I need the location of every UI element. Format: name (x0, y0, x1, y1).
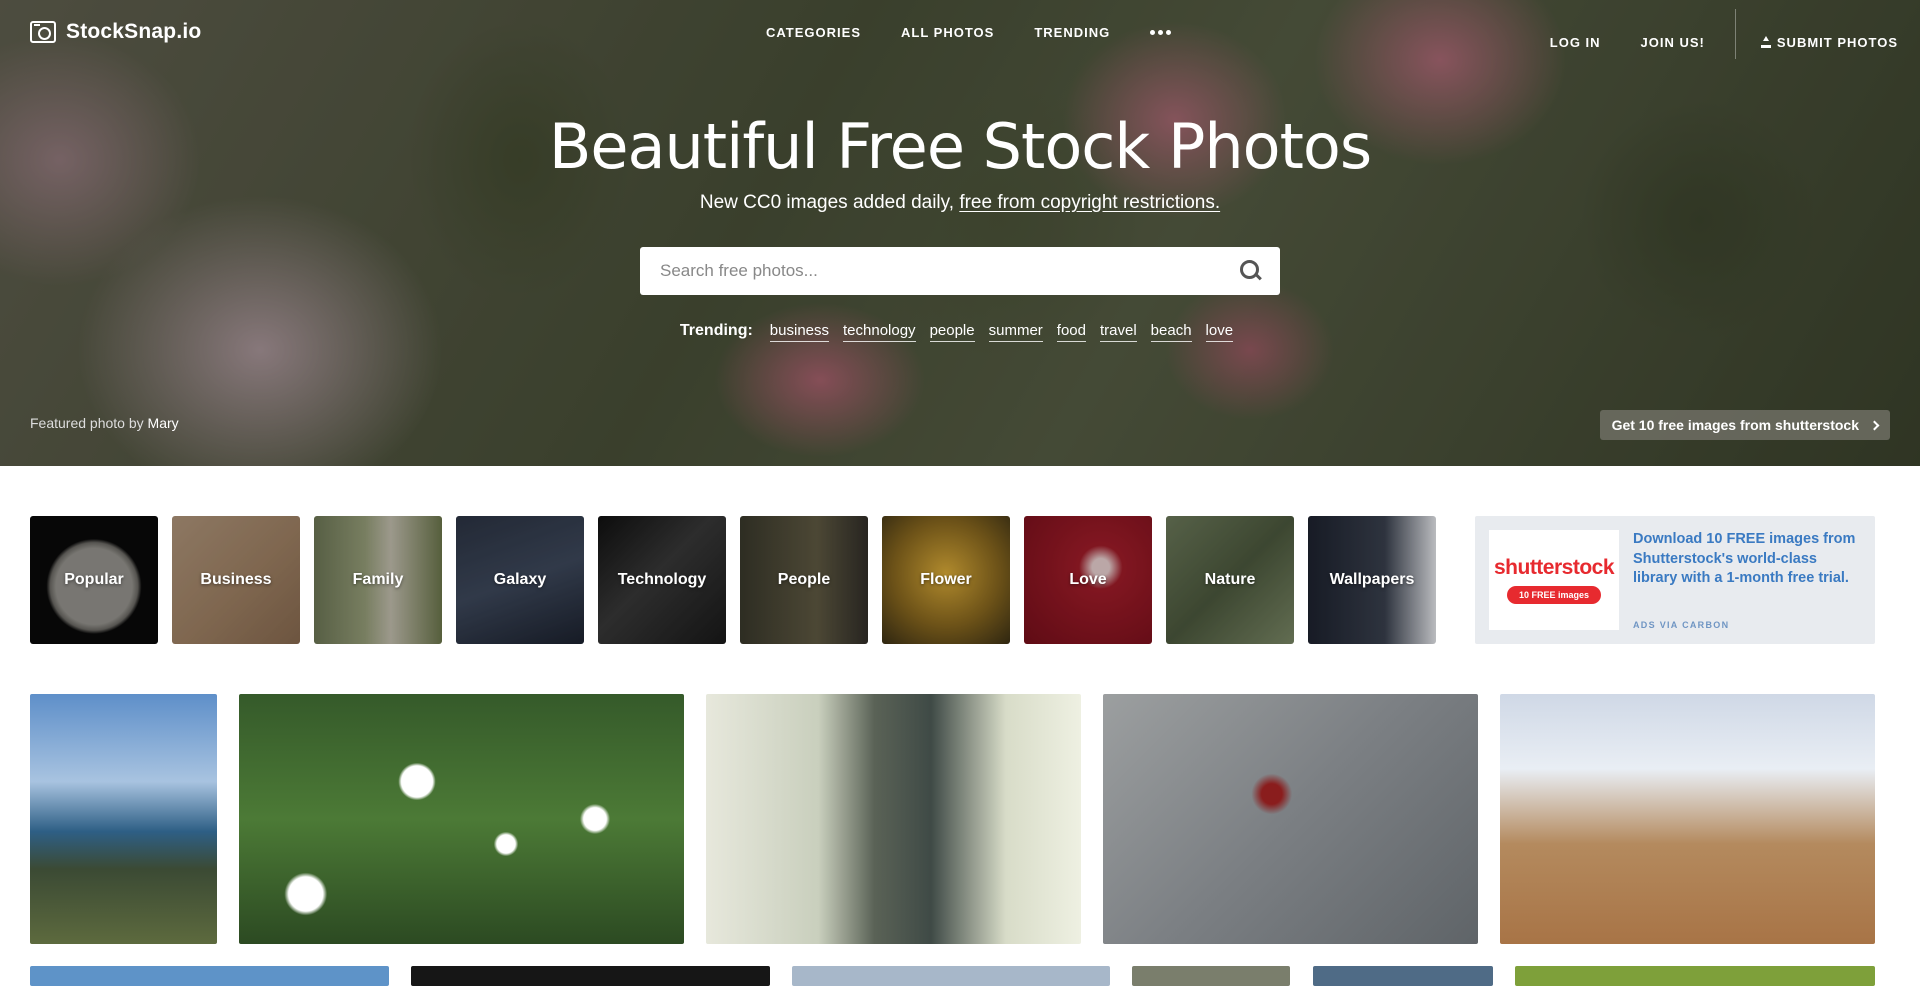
photo-thumbnail[interactable] (792, 966, 1110, 986)
ad-pill: 10 FREE images (1506, 586, 1602, 604)
category-strip: Popular Business Family Galaxy Technolog… (30, 516, 1436, 644)
category-label: Technology (617, 571, 707, 588)
copyright-link[interactable]: free from copyright restrictions. (959, 192, 1220, 213)
category-popular[interactable]: Popular (30, 516, 158, 644)
ad-image[interactable]: shutterstock 10 FREE images (1489, 530, 1619, 630)
nav-divider (1734, 9, 1736, 59)
upload-icon (1760, 36, 1772, 48)
trend-tag-technology[interactable]: technology (843, 322, 916, 342)
trend-tag-food[interactable]: food (1056, 322, 1086, 342)
page-title: Beautiful Free Stock Photos (548, 110, 1372, 183)
category-label: People (777, 571, 831, 588)
category-label: Popular (64, 571, 124, 588)
nav-trending[interactable]: TRENDING (1034, 25, 1110, 40)
photo-thumbnail[interactable] (1515, 966, 1875, 986)
category-wallpapers[interactable]: Wallpapers (1308, 516, 1436, 644)
category-love[interactable]: Love (1024, 516, 1152, 644)
shutterstock-offer-button[interactable]: Get 10 free images from shutterstock (1599, 410, 1890, 440)
category-nature[interactable]: Nature (1166, 516, 1294, 644)
category-label: Love (1069, 571, 1107, 588)
category-galaxy[interactable]: Galaxy (456, 516, 584, 644)
category-label: Family (352, 571, 404, 588)
category-family[interactable]: Family (314, 516, 442, 644)
ad-text-link[interactable]: Download 10 FREE images from Shutterstoc… (1633, 530, 1861, 589)
login-link[interactable]: LOG IN (1550, 35, 1601, 50)
category-technology[interactable]: Technology (598, 516, 726, 644)
photo-thumbnail[interactable] (1313, 966, 1493, 986)
ad-via-link[interactable]: ADS VIA CARBON (1633, 620, 1729, 630)
nav-categories[interactable]: CATEGORIES (766, 25, 861, 40)
shutterstock-offer-label: Get 10 free images from shutterstock (1611, 417, 1859, 433)
photo-thumbnail[interactable] (411, 966, 770, 986)
category-label: Wallpapers (1329, 571, 1415, 588)
logo-text: StockSnap.io (66, 20, 202, 43)
top-navigation: StockSnap.io CATEGORIES ALL PHOTOS TREND… (0, 0, 1920, 66)
category-label: Flower (920, 571, 972, 588)
photo-thumbnail[interactable] (30, 966, 389, 986)
camera-icon (30, 21, 56, 43)
search-bar (640, 247, 1280, 295)
category-label: Business (200, 571, 272, 588)
trend-tag-people[interactable]: people (929, 322, 975, 342)
featured-author-link[interactable]: Mary (148, 415, 179, 431)
trending-label: Trending: (679, 322, 753, 339)
photo-thumbnail[interactable] (706, 694, 1081, 944)
join-link[interactable]: JOIN US! (1641, 35, 1705, 50)
category-people[interactable]: People (740, 516, 868, 644)
chevron-right-icon (1869, 420, 1880, 430)
hero-subtitle: New CC0 images added daily, free from co… (0, 192, 1920, 214)
more-menu-icon[interactable] (1150, 30, 1172, 35)
subtitle-text: New CC0 images added daily, (699, 192, 955, 213)
submit-photos-label: SUBMIT PHOTOS (1776, 34, 1898, 50)
trend-tag-business[interactable]: business (769, 322, 829, 342)
category-business[interactable]: Business (172, 516, 300, 644)
photo-thumbnail[interactable] (30, 694, 217, 944)
category-label: Galaxy (493, 571, 547, 588)
account-nav: LOG IN JOIN US! SUBMIT PHOTOS (1510, 9, 1898, 59)
trend-tag-beach[interactable]: beach (1150, 322, 1192, 342)
photo-thumbnail[interactable] (1132, 966, 1290, 986)
main-nav: CATEGORIES ALL PHOTOS TRENDING (766, 25, 1172, 40)
trend-tag-travel[interactable]: travel (1099, 322, 1137, 342)
search-input[interactable] (640, 247, 1240, 295)
shutterstock-logo: shutterstock (1493, 556, 1615, 579)
logo-link[interactable]: StockSnap.io (30, 20, 201, 44)
category-label: Nature (1204, 571, 1256, 588)
photo-thumbnail[interactable] (1103, 694, 1478, 944)
photo-thumbnail[interactable] (239, 694, 684, 944)
submit-photos-button[interactable]: SUBMIT PHOTOS (1760, 35, 1898, 50)
search-icon[interactable] (1240, 260, 1262, 282)
trend-tag-love[interactable]: love (1205, 322, 1234, 342)
category-flower[interactable]: Flower (882, 516, 1010, 644)
nav-all-photos[interactable]: ALL PHOTOS (901, 25, 994, 40)
featured-photo-credit: Featured photo by Mary (30, 415, 179, 431)
photo-thumbnail[interactable] (1500, 694, 1875, 944)
carbon-ad[interactable]: shutterstock 10 FREE images Download 10 … (1475, 516, 1875, 644)
trending-tags: Trending: business technology people sum… (0, 322, 1920, 342)
hero-banner: StockSnap.io CATEGORIES ALL PHOTOS TREND… (0, 0, 1920, 466)
featured-prefix: Featured photo by (30, 415, 144, 431)
trend-tag-summer[interactable]: summer (988, 322, 1043, 342)
